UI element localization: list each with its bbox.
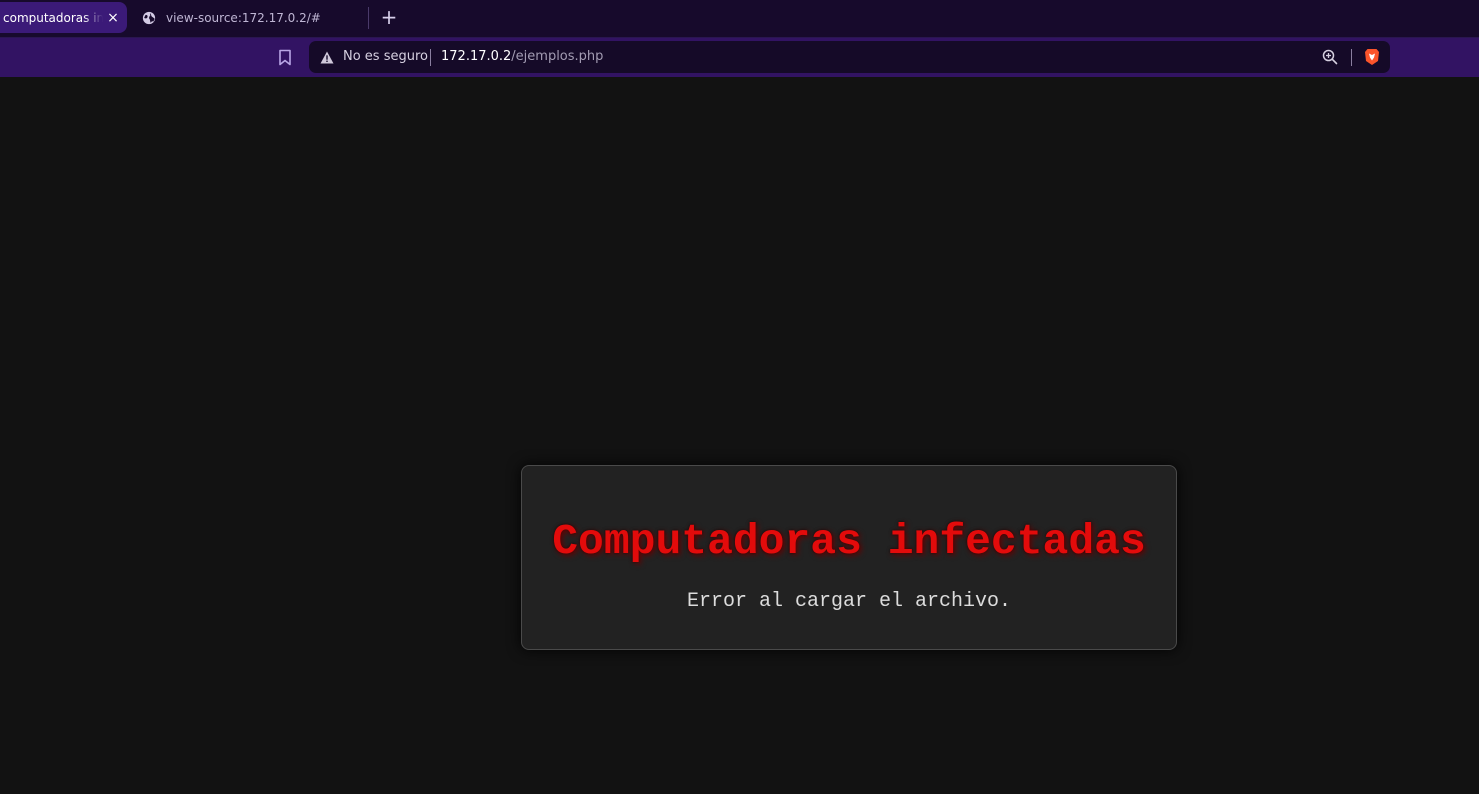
close-icon[interactable]: × — [103, 10, 123, 26]
tab-title: computadoras infectadas — [3, 10, 103, 25]
url-divider — [430, 49, 431, 66]
page-title: Computadoras infectadas — [552, 517, 1146, 566]
tab-title: view-source:172.17.0.2/# — [166, 10, 321, 25]
address-bar[interactable]: No es seguro 172.17.0.2/ejemplos.php — [309, 41, 1390, 73]
error-card: Computadoras infectadas Error al cargar … — [521, 465, 1177, 650]
omnibox-divider — [1351, 49, 1352, 66]
error-message: Error al cargar el archivo. — [686, 590, 1012, 613]
warning-icon[interactable] — [320, 51, 334, 64]
url-host: 172.17.0.2 — [441, 49, 512, 64]
url-path: /ejemplos.php — [511, 49, 604, 64]
tab-active[interactable]: computadoras infectadas × — [0, 2, 127, 33]
page-viewport: Computadoras infectadas Error al cargar … — [0, 77, 1479, 794]
brave-shield-icon[interactable] — [1364, 48, 1380, 66]
zoom-icon[interactable] — [1322, 49, 1338, 65]
tab-divider — [368, 7, 369, 29]
globe-icon — [142, 11, 156, 24]
tab-strip: computadoras infectadas × view-source:17… — [0, 0, 1479, 38]
tab-view-source[interactable]: view-source:172.17.0.2/# — [134, 2, 362, 33]
security-label[interactable]: No es seguro — [343, 49, 428, 64]
new-tab-button[interactable]: + — [378, 5, 400, 29]
bookmark-icon[interactable] — [278, 49, 292, 66]
address-toolbar: No es seguro 172.17.0.2/ejemplos.php — [0, 38, 1479, 77]
url-text[interactable]: 172.17.0.2/ejemplos.php — [441, 49, 603, 64]
